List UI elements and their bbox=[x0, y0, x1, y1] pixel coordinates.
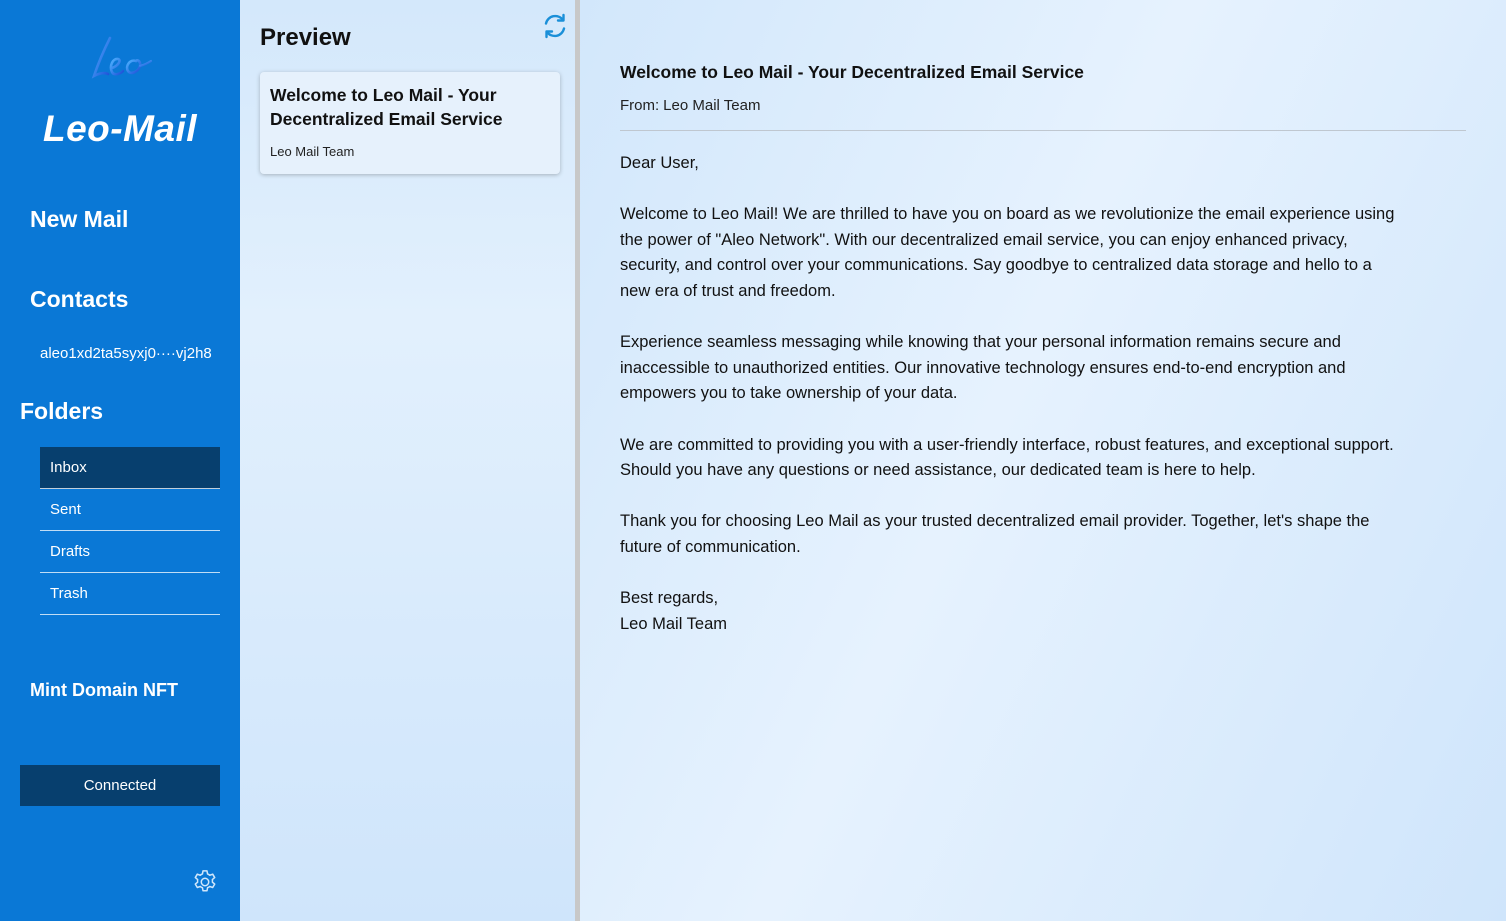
from-sender: Leo Mail Team bbox=[663, 97, 761, 114]
contacts-link[interactable]: Contacts bbox=[30, 286, 128, 313]
refresh-icon[interactable] bbox=[540, 11, 570, 41]
folder-list: Inbox Sent Drafts Trash bbox=[40, 447, 220, 615]
folders-heading: Folders bbox=[20, 398, 104, 424]
mail-list-item-subject: Welcome to Leo Mail - Your Decentralized… bbox=[270, 85, 503, 129]
leo-logo bbox=[91, 36, 153, 79]
folder-drafts[interactable]: Drafts bbox=[40, 531, 220, 573]
mail-from: From: Leo Mail Team bbox=[620, 97, 760, 114]
mail-list-item-sender: Leo Mail Team bbox=[270, 144, 355, 159]
header-divider bbox=[620, 130, 1466, 131]
folder-trash[interactable]: Trash bbox=[40, 573, 220, 615]
mail-signature: Leo Mail Team bbox=[620, 614, 728, 633]
wallet-connected-button[interactable]: Connected bbox=[20, 765, 220, 806]
mail-subject: Welcome to Leo Mail - Your Decentralized… bbox=[620, 62, 1084, 82]
mint-domain-nft-link[interactable]: Mint Domain NFT bbox=[30, 680, 178, 701]
mail-greeting: Dear User, bbox=[620, 154, 699, 172]
new-mail-button[interactable]: New Mail bbox=[30, 206, 128, 233]
folder-inbox[interactable]: Inbox bbox=[40, 447, 220, 489]
mail-paragraph: Welcome to Leo Mail! We are thrilled to … bbox=[620, 205, 1395, 300]
from-label: From: bbox=[620, 97, 660, 114]
contact-address[interactable]: aleo1xd2ta5syxj0····vj2h8 bbox=[40, 345, 212, 362]
reading-pane: Welcome to Leo Mail - Your Decentralized… bbox=[580, 0, 1506, 921]
gear-icon[interactable] bbox=[191, 868, 219, 896]
mail-paragraph: We are committed to providing you with a… bbox=[620, 435, 1394, 480]
app-name: Leo-Mail bbox=[42, 108, 198, 149]
sidebar: Leo-Mail New Mail Contacts aleo1xd2ta5sy… bbox=[0, 0, 240, 921]
mail-paragraph: Thank you for choosing Leo Mail as your … bbox=[620, 512, 1370, 556]
preview-pane: Preview Welcome to Leo Mail - Your Decen… bbox=[240, 0, 576, 921]
mail-closing-line: Best regards, bbox=[620, 589, 719, 608]
mail-closing: Best regards, Leo Mail Team bbox=[620, 586, 1400, 637]
mail-body: Dear User, Welcome to Leo Mail! We are t… bbox=[620, 151, 1400, 637]
mail-paragraph: Experience seamless messaging while know… bbox=[620, 333, 1346, 403]
preview-title: Preview bbox=[260, 24, 351, 51]
mail-list-item[interactable]: Welcome to Leo Mail - Your Decentralized… bbox=[260, 72, 560, 174]
folder-sent[interactable]: Sent bbox=[40, 489, 220, 531]
